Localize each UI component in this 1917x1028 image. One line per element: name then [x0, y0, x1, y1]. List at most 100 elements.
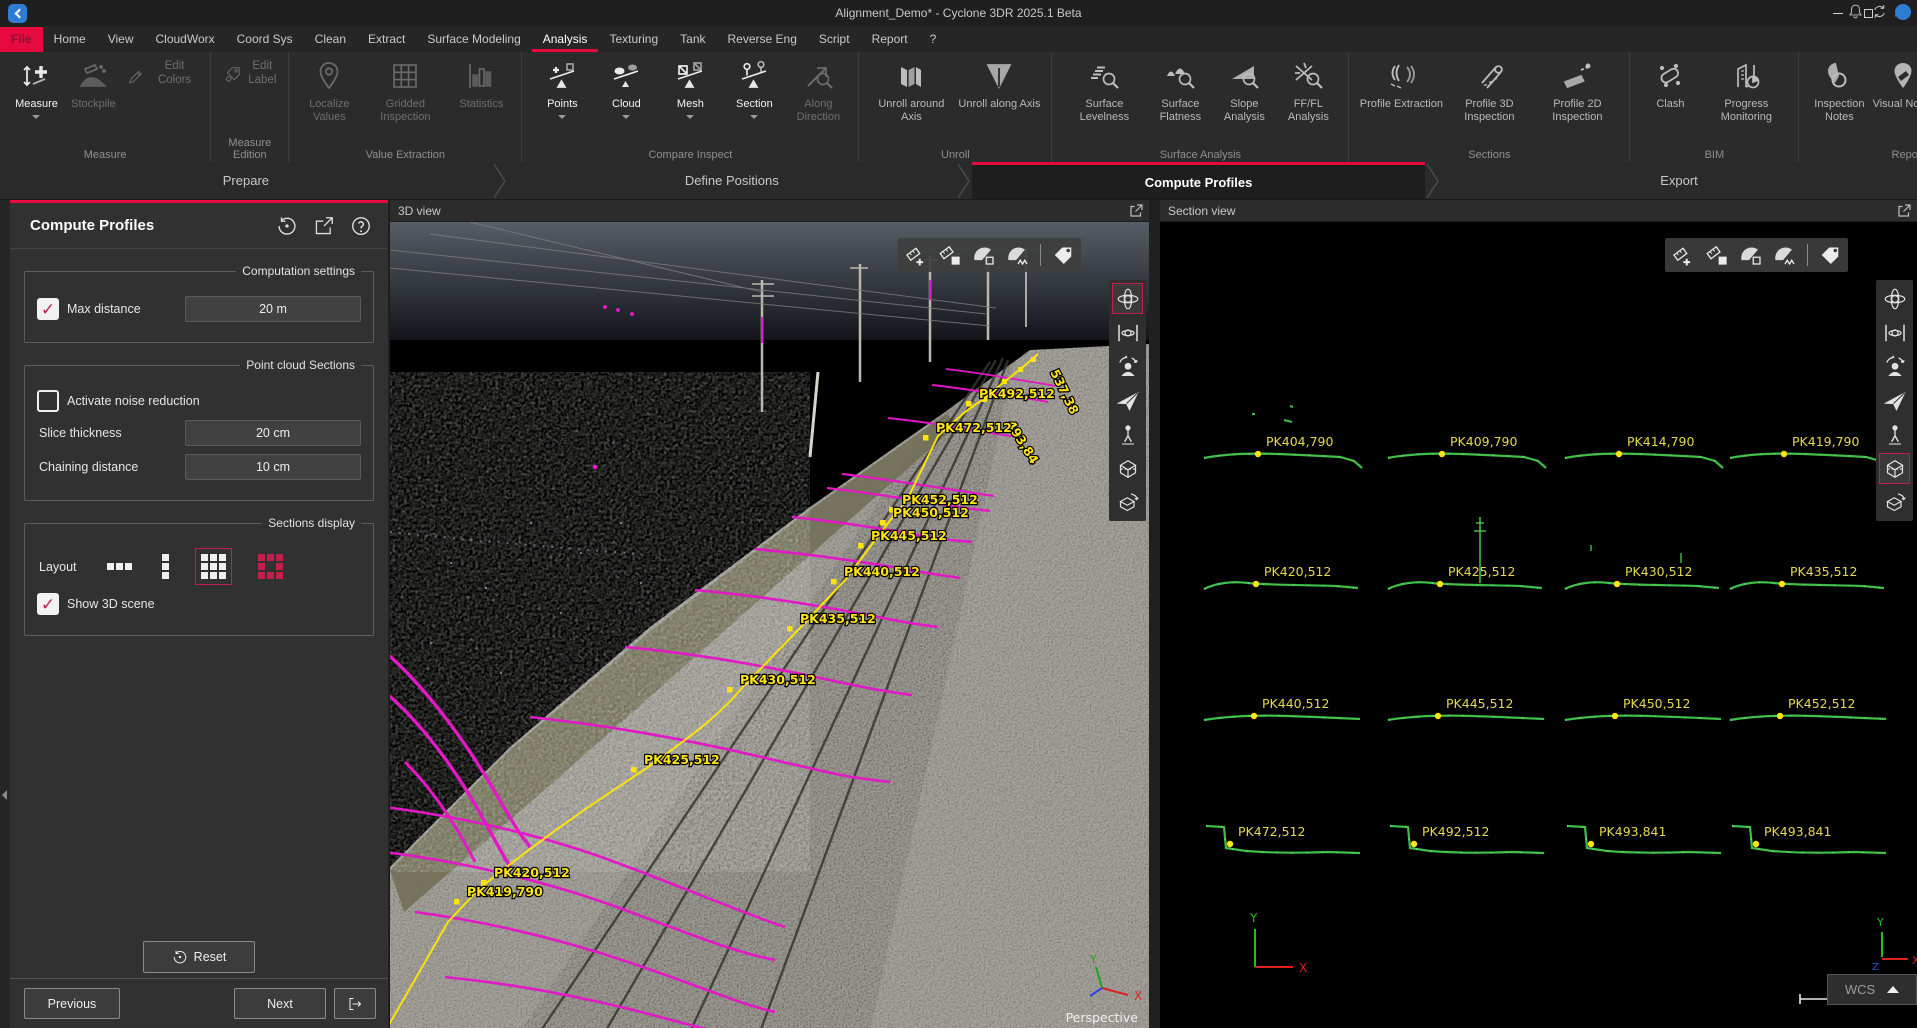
notifications-bell-icon[interactable]	[1847, 3, 1864, 20]
walk-mode-button[interactable]	[1112, 419, 1143, 450]
menu-item-reverse-eng[interactable]: Reverse Eng	[717, 27, 808, 52]
dropdown-chevron-icon[interactable]	[686, 115, 694, 119]
workflow-step-export[interactable]: Export	[1441, 162, 1917, 199]
previous-button[interactable]: Previous	[24, 988, 120, 1019]
layout-grid-option[interactable]	[195, 548, 232, 585]
constrained-orbit-button[interactable]	[1112, 317, 1143, 348]
orbit-mode-button[interactable]	[1879, 283, 1910, 314]
ribbon-button-unroll-around-axis[interactable]: Unroll around Axis	[867, 56, 955, 124]
chaining-distance-input[interactable]	[185, 454, 361, 480]
menu-item-home[interactable]: Home	[43, 27, 97, 52]
ribbon-button-profile-2d-inspection[interactable]: Profile 2D Inspection	[1533, 56, 1621, 124]
panel-collapse-strip[interactable]	[0, 200, 10, 1028]
fly-mode-button[interactable]	[1112, 385, 1143, 416]
ribbon-button-profile-extraction[interactable]: Profile Extraction	[1357, 56, 1445, 111]
flip-view-button[interactable]	[1112, 487, 1143, 518]
next-button[interactable]: Next	[234, 988, 326, 1019]
wcs-selector[interactable]: WCS	[1827, 974, 1917, 1005]
layout-along-curve-option[interactable]	[254, 550, 287, 583]
menu-item-view[interactable]: View	[97, 27, 145, 52]
history-icon[interactable]	[276, 215, 298, 237]
examine-mode-button[interactable]	[1112, 351, 1143, 382]
ribbon-button-statistics[interactable]: Statistics	[449, 56, 513, 111]
layout-vertical-option[interactable]	[158, 550, 173, 583]
expand-3d-view-icon[interactable]	[1128, 203, 1144, 219]
walk-mode-button[interactable]	[1879, 419, 1910, 450]
noise-reduction-checkbox[interactable]	[37, 390, 59, 412]
ribbon-button-measure[interactable]: Measure	[8, 56, 65, 119]
ribbon-button-surface-levelness[interactable]: Surface Levelness	[1060, 56, 1148, 124]
ribbon-button-inspection-notes[interactable]: Inspection Notes	[1807, 56, 1871, 124]
menu-item-coord-sys[interactable]: Coord Sys	[226, 27, 304, 52]
examine-mode-button[interactable]	[1879, 351, 1910, 382]
ribbon-button-edit-colors[interactable]: Edit Colors	[122, 56, 202, 88]
exit-workflow-button[interactable]	[334, 988, 376, 1019]
section-profiles-canvas[interactable]: PK404,790PK409,790PK414,790PK419,790PK42…	[1160, 222, 1917, 1028]
ribbon-button-along-direction[interactable]: Along Direction	[786, 56, 850, 124]
ribbon-button-mesh[interactable]: Mesh	[658, 56, 722, 119]
ribbon-button-surface-flatness[interactable]: Surface Flatness	[1148, 56, 1212, 124]
menu-item-file[interactable]: File	[0, 27, 43, 52]
dropdown-chevron-icon[interactable]	[558, 115, 566, 119]
ribbon-button-cloud[interactable]: Cloud	[594, 56, 658, 119]
ribbon-button-unroll-along-axis[interactable]: Unroll along Axis	[955, 56, 1043, 111]
ribbon-button-clash[interactable]: Clash	[1638, 56, 1702, 111]
help-icon[interactable]	[350, 215, 372, 237]
menu-item-texturing[interactable]: Texturing	[598, 27, 669, 52]
ribbon-button-ff-fl-analysis[interactable]: FF/FL Analysis	[1276, 56, 1340, 124]
menu-item-extract[interactable]: Extract	[357, 27, 416, 52]
fly-mode-button[interactable]	[1879, 385, 1910, 416]
ribbon-button-points[interactable]: Points	[530, 56, 594, 119]
menu-item-report[interactable]: Report	[861, 27, 919, 52]
measure-between-icon[interactable]	[1705, 243, 1729, 267]
section-box-button[interactable]	[1112, 453, 1143, 484]
measure-distance-icon[interactable]	[904, 243, 928, 267]
measure-angle-icon[interactable]	[1739, 243, 1763, 267]
max-distance-checkbox[interactable]: ✓	[37, 298, 59, 320]
ribbon-button-localize-values[interactable]: Localize Values	[297, 56, 361, 124]
ribbon-button-visual-notes[interactable]: Visual Notes	[1871, 56, 1917, 111]
reset-button[interactable]: Reset	[143, 941, 255, 973]
layout-horizontal-option[interactable]	[103, 559, 136, 574]
workflow-step-compute-profiles[interactable]: Compute Profiles	[972, 162, 1425, 199]
measure-between-icon[interactable]	[938, 243, 962, 267]
slice-thickness-input[interactable]	[185, 420, 361, 446]
constrained-orbit-button[interactable]	[1879, 317, 1910, 348]
menu-item-tank[interactable]: Tank	[669, 27, 716, 52]
viewport-splitter[interactable]	[1149, 200, 1160, 1028]
orbit-mode-button[interactable]	[1112, 283, 1143, 314]
menu-item-analysis[interactable]: Analysis	[532, 27, 599, 52]
point-cloud-scene[interactable]: PK492,512537,38493,84PK472,512PK452,512P…	[390, 222, 1150, 1028]
workflow-step-prepare[interactable]: Prepare	[0, 162, 492, 199]
dropdown-chevron-icon[interactable]	[750, 115, 758, 119]
expand-section-view-icon[interactable]	[1896, 203, 1912, 219]
measure-angle-icon[interactable]	[972, 243, 996, 267]
menu-item-[interactable]: ?	[919, 27, 948, 52]
dropdown-chevron-icon[interactable]	[32, 115, 40, 119]
section-box-button[interactable]	[1879, 453, 1910, 484]
projection-label[interactable]: Perspective	[1066, 1010, 1139, 1025]
menu-item-clean[interactable]: Clean	[304, 27, 357, 52]
menu-item-cloudworx[interactable]: CloudWorx	[144, 27, 225, 52]
ribbon-button-stockpile[interactable]: Stockpile	[65, 56, 122, 111]
measure-angle-curve-icon[interactable]	[1006, 243, 1030, 267]
ribbon-button-section[interactable]: Section	[722, 56, 786, 119]
menu-item-script[interactable]: Script	[808, 27, 861, 52]
ribbon-button-gridded-inspection[interactable]: Gridded Inspection	[361, 56, 449, 124]
ribbon-button-progress-monitoring[interactable]: Progress Monitoring	[1702, 56, 1790, 124]
dropdown-chevron-icon[interactable]	[622, 115, 630, 119]
ribbon-button-profile-3d-inspection[interactable]: Profile 3D Inspection	[1445, 56, 1533, 124]
flip-view-button[interactable]	[1879, 487, 1910, 518]
sync-icon[interactable]	[1871, 3, 1888, 20]
menu-item-surface-modeling[interactable]: Surface Modeling	[416, 27, 531, 52]
show-3d-scene-checkbox[interactable]: ✓	[37, 593, 59, 615]
label-tag-icon[interactable]	[1051, 243, 1075, 267]
detach-panel-icon[interactable]	[313, 215, 335, 237]
measure-distance-icon[interactable]	[1671, 243, 1695, 267]
measure-angle-curve-icon[interactable]	[1773, 243, 1797, 267]
account-icon[interactable]	[1895, 4, 1911, 20]
label-tag-icon[interactable]	[1818, 243, 1842, 267]
ribbon-button-edit-label[interactable]: Edit Label	[219, 56, 280, 88]
workflow-step-define-positions[interactable]: Define Positions	[508, 162, 957, 199]
max-distance-input[interactable]	[185, 296, 361, 322]
